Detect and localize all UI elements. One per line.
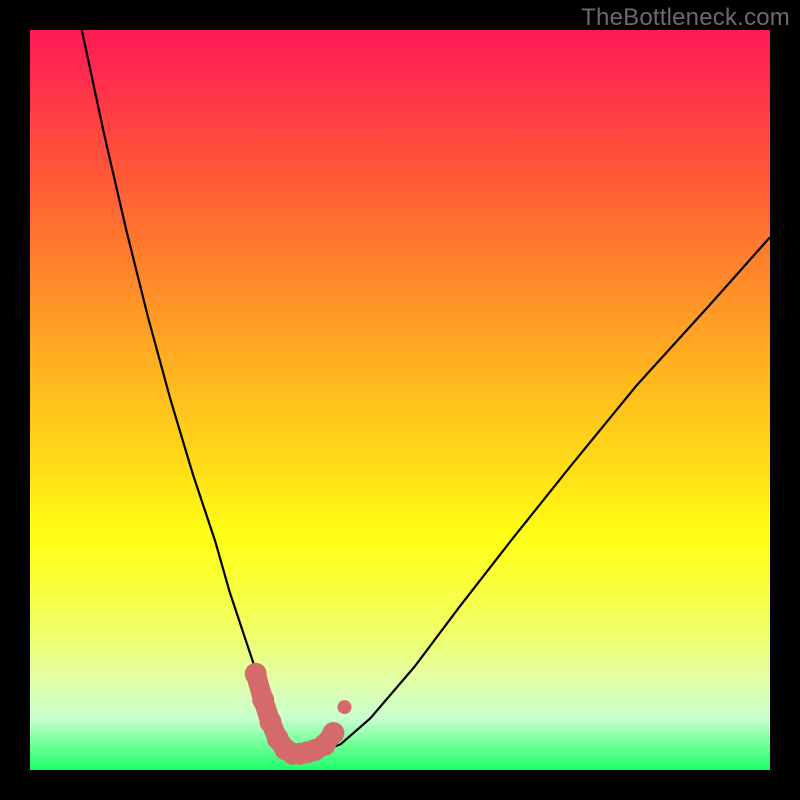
- trough-highlight: [245, 663, 352, 765]
- trough-marker-outlier: [338, 700, 352, 714]
- bottleneck-curve-path: [82, 30, 770, 754]
- curve-layer: [30, 30, 770, 770]
- plot-area: [30, 30, 770, 770]
- trough-marker: [245, 663, 267, 685]
- watermark-text: TheBottleneck.com: [581, 4, 790, 32]
- chart-frame: TheBottleneck.com: [0, 0, 800, 800]
- trough-marker: [252, 689, 274, 711]
- trough-marker: [322, 722, 344, 744]
